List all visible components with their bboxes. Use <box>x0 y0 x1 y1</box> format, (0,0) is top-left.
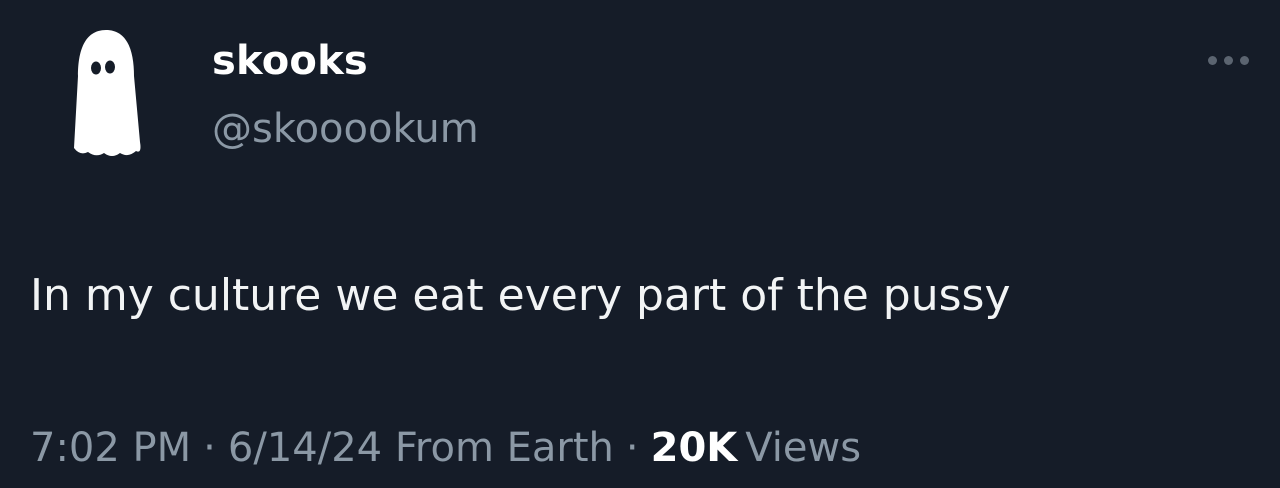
views-count[interactable]: 20K <box>651 425 738 471</box>
avatar[interactable] <box>66 24 146 164</box>
tweet-text: In my culture we eat every part of the p… <box>30 270 1011 321</box>
more-dot <box>1239 55 1249 65</box>
more-options-icon[interactable] <box>1200 48 1256 72</box>
tweet-card: skooks @skooookum In my culture we eat e… <box>0 0 1280 488</box>
views-label: Views <box>745 425 862 471</box>
ghost-icon <box>74 30 141 156</box>
user-handle[interactable]: @skooookum <box>212 106 479 152</box>
tweet-time[interactable]: 7:02 PM <box>30 425 191 471</box>
tweet-date[interactable]: 6/14/24 <box>228 425 382 471</box>
display-name[interactable]: skooks <box>212 38 368 84</box>
tweet-meta: 7:02 PM · 6/14/24 From Earth · 20K Views <box>30 425 861 471</box>
tweet-source: From Earth <box>394 425 614 471</box>
meta-separator: · <box>203 425 216 471</box>
meta-separator: · <box>625 425 639 471</box>
more-dot <box>1223 55 1233 65</box>
more-dot <box>1207 55 1217 65</box>
